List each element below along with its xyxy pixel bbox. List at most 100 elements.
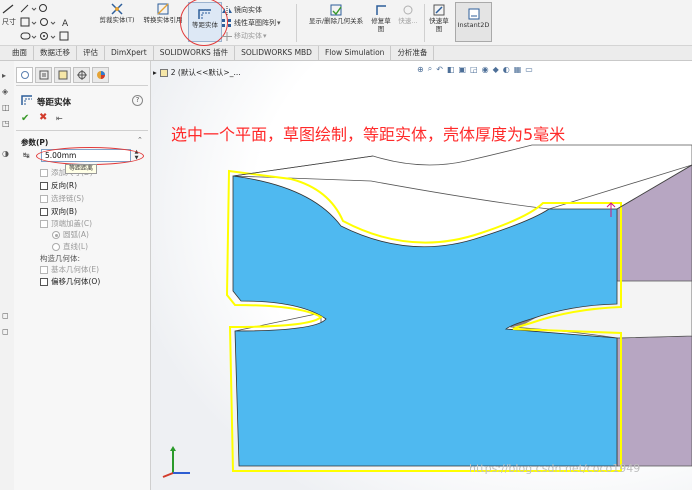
linear-pattern-label: 线性草图阵列 [234,19,276,27]
feature-manager-flyout[interactable]: ▸ 2 (默认<<默认>_... [153,67,241,78]
checkbox[interactable] [40,265,48,274]
strip-icon[interactable]: ◳ [2,119,10,128]
offset-entities-icon [198,9,211,19]
reverse-checkbox[interactable]: 反向(R) [40,180,77,191]
move-entities-button[interactable]: 移动实体 ▾ [222,31,267,41]
strip-icon[interactable]: ◻ [2,327,9,336]
option-label: 基本几何体(E) [51,265,100,274]
offset-entities-button[interactable]: 等距实体 [188,2,222,42]
strip-icon[interactable]: ◻ [2,311,9,320]
rapid-sketch-button[interactable]: 快速草图 [427,3,451,33]
repair-sketch-button[interactable]: 修复草图 [371,3,391,33]
view-orientation-icon[interactable]: ◲ [470,65,478,74]
graphics-area[interactable]: ▸ 2 (默认<<默认>_... ⊕ ⌕ ↶ ◧ ▣ ◲ ◉ ◆ ◐ ▦ ▭ 选… [151,61,692,490]
tab-display-manager[interactable] [92,67,109,83]
strip-icon[interactable]: ◫ [2,103,10,112]
offset-distance-icon: ↹ [23,151,30,160]
cap-arc-radio[interactable]: 圆弧(A) [52,229,89,240]
checkbox[interactable] [40,219,48,228]
display-delete-relations-button[interactable]: 显示/删除几何关系 [302,3,370,25]
option-label: 顶端加盖(C) [51,219,93,228]
strip-icon[interactable]: ◑ [2,149,9,158]
section-view-icon[interactable]: ◧ [447,65,455,74]
strip-icon[interactable]: ▸ [2,71,6,80]
radio-button[interactable] [52,242,60,251]
linear-pattern-icon [222,18,231,27]
cap-ends-checkbox[interactable]: 顶端加盖(C) [40,218,92,229]
option-label: 双向(B) [51,207,77,216]
convert-entities-button[interactable]: 转换实体引用 [140,2,186,24]
previous-view-icon[interactable]: ↶ [436,65,443,74]
cap-line-radio[interactable]: 直线(L) [52,241,88,252]
select-chain-checkbox[interactable]: 选择链(S) [40,193,84,204]
instant2d-button[interactable]: Instant2D [455,2,492,42]
checkbox[interactable] [40,277,48,286]
quick-snaps-button[interactable]: 快速... [396,3,420,25]
tab-feature-manager[interactable] [16,67,33,83]
distance-tooltip: 等距距离 [65,164,98,174]
tab-solidworks-addins[interactable]: SOLIDWORKS 插件 [154,46,236,60]
watermark-url: https://blog.csdn.net/coco1949 [469,462,641,475]
rapid-sketch-icon [433,4,445,16]
heads-up-view-toolbar: ⊕ ⌕ ↶ ◧ ▣ ◲ ◉ ◆ ◐ ▦ ▭ [417,64,533,74]
distance-spinner[interactable]: ▲ ▼ [133,149,140,162]
radio-button[interactable] [52,230,60,239]
base-geometry-checkbox[interactable]: 基本几何体(E) [40,264,99,275]
checkbox[interactable] [40,207,48,216]
line-tool[interactable] [2,4,14,14]
apply-scene-icon[interactable]: ▦ [514,65,522,74]
checkbox[interactable] [40,181,48,190]
command-tabs: 曲面 数据迁移 评估 DimXpert SOLIDWORKS 插件 SOLIDW… [0,46,692,61]
hide-show-items-icon[interactable]: ◆ [493,65,499,74]
zoom-area-icon[interactable]: ⌕ [428,64,432,74]
trim-entities-button[interactable]: 剪裁实体(T) [98,2,136,24]
smart-dimension-tool[interactable]: 尺寸 [2,17,16,27]
option-label: 偏移几何体(O) [51,277,101,286]
tab-configuration-manager[interactable] [54,67,71,83]
expand-arrow-icon[interactable]: ▸ [153,68,157,77]
rapid-sketch-label: 快速草图 [429,17,449,33]
linear-pattern-button[interactable]: 线性草图阵列 ▾ [222,18,281,28]
ok-check-icon[interactable]: ✔ [21,113,29,124]
help-icon[interactable]: ? [132,95,143,106]
line-dropdown-tool[interactable] [20,3,50,13]
tab-analysis-preparation[interactable]: 分析准备 [391,46,435,60]
display-style-icon[interactable]: ◉ [482,65,489,74]
tab-flow-simulation[interactable]: Flow Simulation [319,46,392,60]
option-label: 选择链(S) [51,194,85,203]
strip-icon[interactable]: ◈ [2,87,8,96]
bidirectional-checkbox[interactable]: 双向(B) [40,206,77,217]
slot-tool[interactable] [20,31,80,41]
cancel-x-icon[interactable]: ✖ [39,112,47,123]
dynamic-annotation-icon[interactable]: ▣ [458,65,466,74]
collapse-up-icon[interactable]: ⌃ [137,136,143,144]
crosshair-icon [76,70,87,80]
option-label: 圆弧(A) [63,230,89,239]
tab-surfaces[interactable]: 曲面 [6,46,34,60]
tab-property-manager[interactable] [35,67,52,83]
tab-evaluate[interactable]: 评估 [77,46,105,60]
svg-text:A: A [62,19,69,27]
instant2d-icon [468,8,479,20]
tab-dimxpert[interactable]: DimXpert [105,46,154,60]
left-task-strip: ▸ ◈ ◫ ◳ ◑ ◻ ◻ [0,61,14,490]
offset-distance-field[interactable] [41,149,131,162]
edit-appearance-icon[interactable]: ◐ [503,65,510,74]
feature-tree-root-label: 2 (默认<<默认>_... [170,68,241,77]
tab-data-migration[interactable]: 数据迁移 [34,46,77,60]
relations-icon [330,4,342,16]
command-manager-ribbon: 尺寸 A 剪裁实体(T) 转换实体引用 等距实体 镜向实体 线性草图阵列 ▾ 移… [0,0,692,46]
offset-geometry-checkbox[interactable]: 偏移几何体(O) [40,276,100,287]
rectangle-tool[interactable]: A [20,17,80,27]
mirror-entities-button[interactable]: 镜向实体 [222,5,262,15]
checkbox[interactable] [40,194,48,203]
zoom-to-fit-icon[interactable]: ⊕ [417,65,424,74]
checkbox[interactable] [40,168,48,177]
tab-dimxpert-manager[interactable] [73,67,90,83]
pin-icon[interactable]: ⇤ [56,114,63,123]
construction-geometry-label: 构造几何体: [40,254,81,263]
tab-solidworks-mbd[interactable]: SOLIDWORKS MBD [235,46,319,60]
view-settings-icon[interactable]: ▭ [525,65,533,74]
move-icon [222,31,232,41]
property-manager-icon [39,70,48,80]
